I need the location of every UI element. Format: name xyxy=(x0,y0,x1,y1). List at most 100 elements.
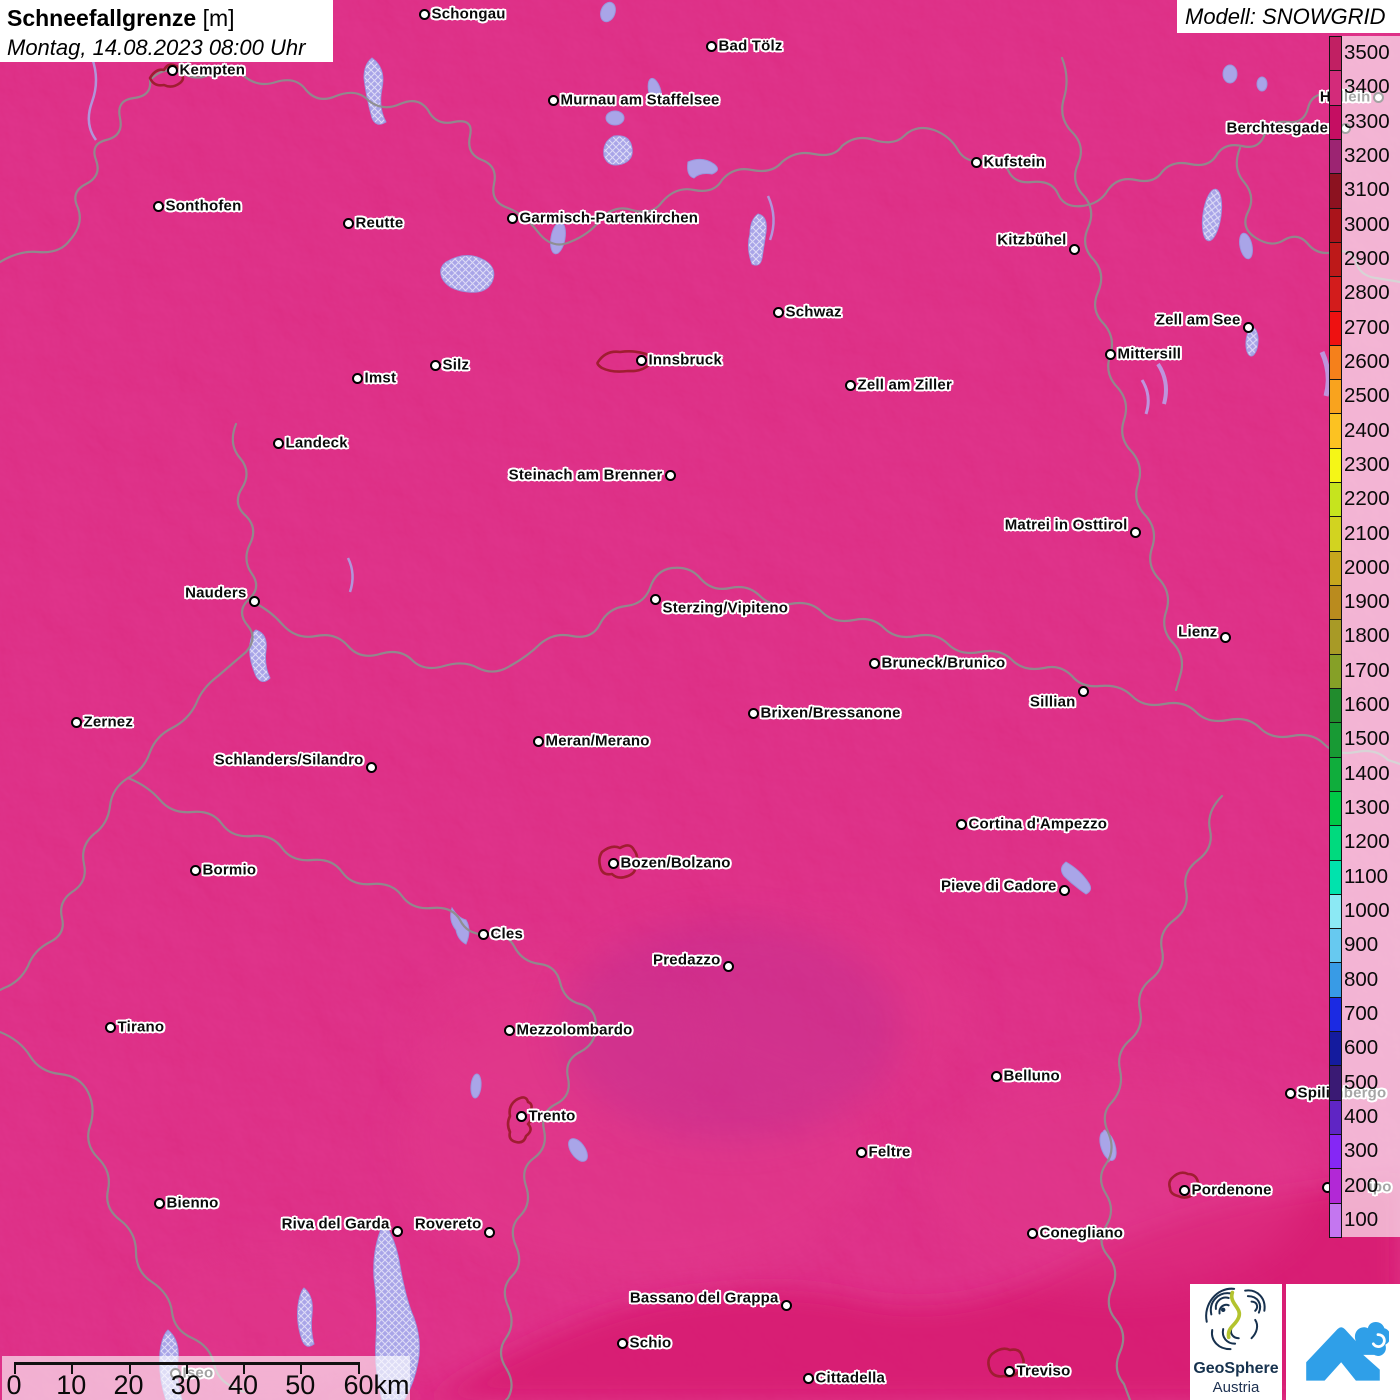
city-marker: Tirano xyxy=(104,1019,164,1036)
city-label: Riva del Garda xyxy=(281,1215,390,1233)
city-dot xyxy=(429,359,441,371)
colorbar-block xyxy=(1329,1134,1342,1170)
scalebar-label: 30 xyxy=(170,1370,201,1400)
city-marker: Cles xyxy=(477,926,523,943)
city-dot xyxy=(153,1197,165,1209)
city-label: Pieve di Cadore xyxy=(940,877,1057,895)
city-dot xyxy=(189,864,201,876)
city-dot xyxy=(477,928,489,940)
city-dot xyxy=(70,716,82,728)
partner-logo-box xyxy=(1286,1284,1400,1400)
city-marker: Treviso xyxy=(1003,1363,1070,1380)
colorbar-block xyxy=(1329,825,1342,861)
city-dot xyxy=(844,379,856,391)
city-dot xyxy=(1242,321,1254,333)
city-label: Bruneck/Brunico xyxy=(881,654,1006,672)
city-label: Conegliano xyxy=(1039,1224,1124,1242)
city-marker: Sonthofen xyxy=(152,198,241,215)
colorbar-tick-label: 900 xyxy=(1344,933,1379,957)
city-dot xyxy=(248,595,260,607)
city-label: Steinach am Brenner xyxy=(508,466,663,484)
colorbar-tick-label: 1600 xyxy=(1344,693,1390,717)
city-marker: Meran/Merano xyxy=(532,733,649,750)
colorbar-tick-label: 1500 xyxy=(1344,727,1390,751)
snowfall-line-map: Schongau Bad Tölz Kempten Murnau am Staffel… xyxy=(0,0,1400,1400)
scalebar-label: 0 xyxy=(6,1370,22,1400)
city-label: Sillian xyxy=(1029,693,1076,711)
city-label: Schio xyxy=(629,1334,672,1352)
colorbar-tick-label: 1100 xyxy=(1344,864,1389,888)
colorbar-tick-label: 3000 xyxy=(1344,212,1390,236)
colorbar-block xyxy=(1329,138,1342,175)
city-label: Kempten xyxy=(179,61,246,79)
scalebar-label: 40 xyxy=(227,1370,259,1400)
city-label: Tirano xyxy=(117,1018,165,1036)
city-marker: Zernez xyxy=(70,714,133,731)
colorbar-tick-label: 3400 xyxy=(1344,75,1390,99)
title-text: Schneefallgrenze xyxy=(7,5,197,31)
city-label: Mittersill xyxy=(1117,345,1182,363)
colorbar-block xyxy=(1329,790,1342,827)
city-label: Innsbruck xyxy=(648,351,722,369)
city-dot xyxy=(802,1372,814,1384)
city-label: Cortina d'Ampezzo xyxy=(968,815,1108,833)
colorbar-block xyxy=(1329,276,1342,312)
city-marker: Pieve di Cadore xyxy=(941,878,1070,896)
city-label: Sterzing/Vipiteno xyxy=(662,599,789,617)
colorbar-tick-label: 1200 xyxy=(1344,830,1390,854)
city-label: Bassano del Grappa xyxy=(629,1289,779,1307)
colorbar-block xyxy=(1329,550,1342,587)
city-marker: Belluno xyxy=(990,1068,1060,1085)
city-label: Zell am Ziller xyxy=(857,376,952,394)
colorbar-tick-label: 200 xyxy=(1344,1173,1379,1197)
city-dot xyxy=(649,593,661,605)
city-dot xyxy=(1003,1365,1015,1377)
colorbar-tick-label: 2500 xyxy=(1344,384,1390,408)
scalebar-label: 10 xyxy=(56,1370,87,1400)
city-marker: Mezzolombardo xyxy=(503,1022,632,1039)
city-marker: Feltre xyxy=(855,1144,910,1161)
colorbar-block xyxy=(1329,687,1342,724)
city-marker: Innsbruck xyxy=(635,352,722,369)
city-marker: Landeck xyxy=(272,435,348,452)
city-marker: Brixen/Bressanone xyxy=(747,705,900,722)
colorbar-tick-label: 2900 xyxy=(1344,247,1390,271)
colorbar-block xyxy=(1329,859,1342,895)
colorbar-block xyxy=(1329,70,1342,106)
colorbar-block xyxy=(1329,344,1342,381)
city-label: Landeck xyxy=(285,434,348,452)
city-marker: Schongau xyxy=(418,6,505,23)
city-dot xyxy=(772,306,784,318)
geosphere-logo-box: GeoSphere Austria xyxy=(1190,1284,1282,1400)
colorbar-block xyxy=(1329,1099,1342,1136)
city-dot xyxy=(547,94,559,106)
colorbar-tick-label: 100 xyxy=(1344,1207,1379,1231)
colorbar-tick-label: 2800 xyxy=(1344,281,1390,305)
city-marker: Mittersill xyxy=(1104,346,1181,363)
city-marker: Rovereto xyxy=(415,1216,495,1238)
colorbar-block xyxy=(1329,516,1342,552)
title-datetime: Montag, 14.08.2023 08:00 Uhr xyxy=(7,35,306,60)
city-marker: Schio xyxy=(616,1335,671,1352)
city-marker: Cittadella xyxy=(802,1370,885,1387)
city-marker: Kempten xyxy=(166,62,245,79)
city-label: Treviso xyxy=(1016,1362,1071,1380)
city-label: Schlanders/Silandro xyxy=(214,751,364,769)
city-dot xyxy=(1058,884,1070,896)
city-dot xyxy=(747,707,759,719)
city-marker: Pordenone xyxy=(1178,1182,1271,1199)
city-dot xyxy=(635,354,647,366)
city-marker: Lienz xyxy=(1178,624,1231,643)
city-dot xyxy=(503,1024,515,1036)
city-marker: Sterzing/Vipiteno xyxy=(649,593,788,617)
city-marker: Riva del Garda xyxy=(282,1216,403,1237)
city-dot xyxy=(1284,1087,1296,1099)
city-label: Mezzolombardo xyxy=(516,1021,633,1039)
city-marker: Bozen/Bolzano xyxy=(607,855,730,872)
city-label: Bormio xyxy=(202,861,257,879)
city-dot xyxy=(1026,1227,1038,1239)
city-label: Cittadella xyxy=(815,1369,886,1387)
city-marker: Bad Tölz xyxy=(705,38,782,55)
model-label: Modell: SNOWGRID xyxy=(1177,0,1400,33)
city-marker: Matrei in Osttirol xyxy=(1005,517,1141,538)
